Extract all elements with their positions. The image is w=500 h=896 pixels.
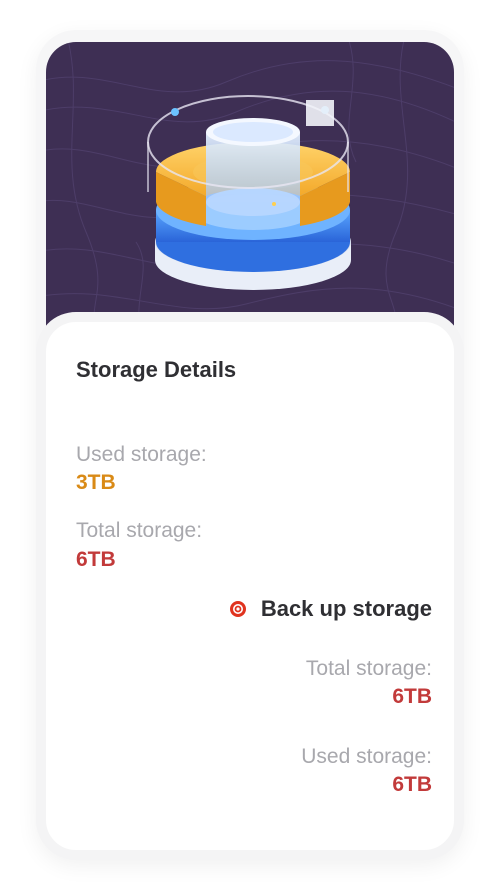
used-storage-value: 3TB: [76, 471, 116, 494]
backup-used-storage-label: Used storage:: [301, 745, 432, 768]
backup-total-storage-value: 6TB: [392, 685, 432, 708]
record-dot-icon: [229, 601, 246, 617]
backup-total-storage-label: Total storage:: [305, 657, 432, 680]
backup-storage-label: Back up storage: [260, 596, 432, 621]
backup-used-storage-value: 6TB: [392, 773, 432, 796]
card-title: Storage Details: [76, 357, 237, 382]
backup-storage-toggle[interactable]: Back up storage: [229, 595, 432, 623]
storage-disk-illustration: [46, 42, 454, 342]
storage-details-card: Storage Details Used storage: 3TB Total …: [36, 312, 464, 860]
total-storage-label: Total storage:: [76, 519, 203, 542]
used-storage-label: Used storage:: [76, 443, 207, 466]
hero-banner: [46, 42, 454, 342]
total-storage-value: 6TB: [76, 548, 116, 571]
